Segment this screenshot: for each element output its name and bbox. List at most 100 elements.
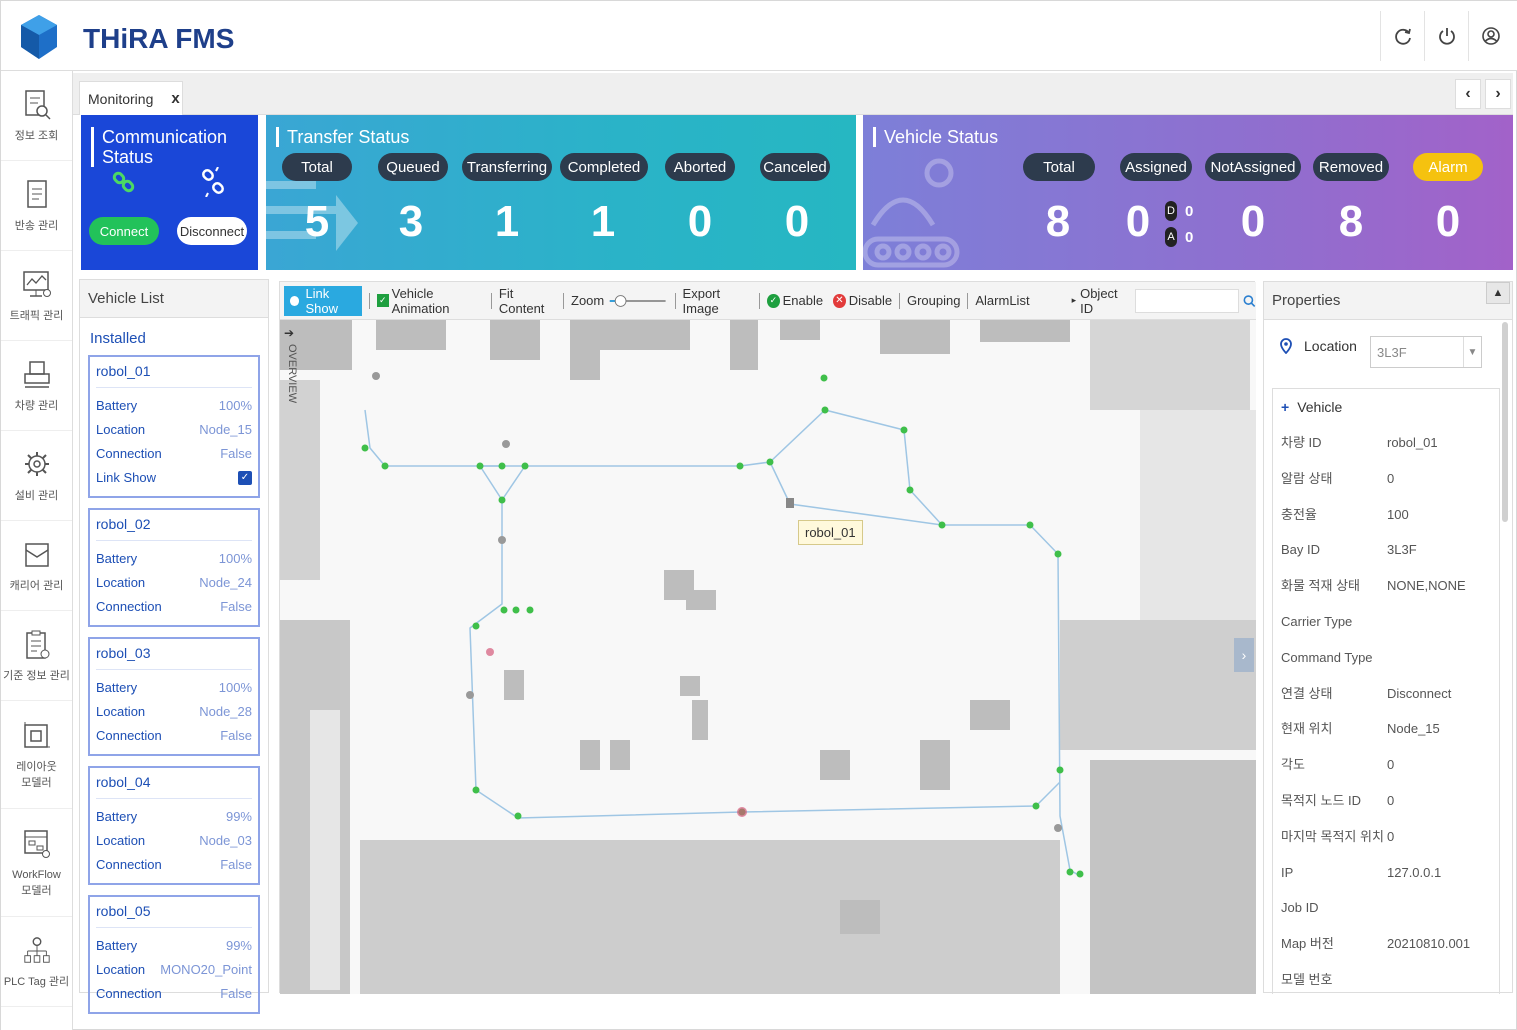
property-value: 127.0.0.1 bbox=[1387, 864, 1442, 880]
user-icon[interactable] bbox=[1468, 11, 1512, 61]
completed-value: 1 bbox=[590, 197, 616, 246]
zoom-slider[interactable] bbox=[608, 293, 667, 309]
tab-monitoring[interactable]: Monitoring x bbox=[79, 81, 183, 115]
panel-title: Transfer Status bbox=[276, 127, 409, 147]
carrier-box-icon bbox=[22, 538, 52, 572]
alarm-list-button[interactable]: AlarmList bbox=[975, 293, 1029, 308]
scroll-up-icon[interactable]: ▲ bbox=[1486, 282, 1510, 304]
vehicle-section-header[interactable]: + Vehicle bbox=[1273, 389, 1499, 425]
nav-workflow-modeler[interactable]: WorkFlow 모델러 bbox=[1, 809, 72, 917]
overview-toggle[interactable]: OVERVIEW bbox=[284, 344, 298, 403]
arrow-right-icon[interactable]: ➔ bbox=[284, 326, 294, 340]
nav-base-info[interactable]: 기준 정보 관리 bbox=[1, 611, 72, 701]
workflow-icon bbox=[22, 827, 52, 861]
vehicle-icon bbox=[22, 358, 52, 392]
vehicle-list-title: Vehicle List bbox=[80, 280, 268, 318]
connection-label: Connection bbox=[96, 599, 162, 614]
disconnect-button[interactable]: Disconnect bbox=[177, 217, 247, 245]
link-show-toggle[interactable]: Link Show bbox=[284, 285, 362, 316]
nav-label: 기준 정보 관리 bbox=[3, 669, 70, 682]
unlink-icon bbox=[202, 167, 224, 197]
disable-button[interactable]: Disable bbox=[849, 293, 892, 308]
property-key: Bay ID bbox=[1281, 542, 1321, 558]
property-key: 연결 상태 bbox=[1281, 685, 1333, 701]
connection-row: Connection False bbox=[96, 595, 252, 619]
object-id-input[interactable] bbox=[1134, 288, 1240, 313]
property-key: Map 버전 bbox=[1281, 936, 1334, 952]
tab-label: Monitoring bbox=[88, 90, 154, 107]
vehicle-card[interactable]: robol_01 Battery 100% Location Node_15 Con… bbox=[88, 355, 260, 498]
scrollbar[interactable] bbox=[1502, 322, 1508, 522]
refresh-icon[interactable] bbox=[1380, 11, 1424, 61]
battery-value: 100% bbox=[218, 551, 252, 566]
map-pin-icon bbox=[1280, 338, 1292, 354]
properties-panel: Properties ▲ Location 3L3F ▼ + Vehicle 차량… bbox=[1263, 281, 1513, 994]
export-image-button[interactable]: Export Image bbox=[683, 286, 753, 316]
nav-traffic[interactable]: 트래픽 관리 bbox=[1, 251, 72, 341]
enable-button[interactable]: Enable bbox=[783, 293, 823, 308]
connection-value: False bbox=[220, 857, 252, 872]
da-sub-status: D 0 A 0 bbox=[1165, 199, 1205, 249]
battery-label: Battery bbox=[96, 680, 138, 695]
power-icon[interactable] bbox=[1424, 11, 1468, 61]
vehicle-card[interactable]: robol_04 Battery 99% Location Node_03 Conn… bbox=[88, 766, 260, 885]
location-label: Location bbox=[96, 704, 146, 719]
link-show-checkbox[interactable]: ✓ bbox=[238, 471, 252, 485]
property-value: NONE,NONE bbox=[1387, 578, 1466, 594]
a-badge: A bbox=[1165, 227, 1177, 247]
transfer-doc-icon bbox=[22, 178, 52, 212]
vehicle-status-panel: Vehicle Status Total Assigned NotAssigne… bbox=[863, 115, 1513, 270]
property-key: 화물 적재 상태 bbox=[1281, 578, 1360, 594]
fit-content-button[interactable]: Fit Content bbox=[499, 286, 556, 316]
clipboard-icon bbox=[22, 628, 52, 662]
location-select[interactable]: 3L3F ▼ bbox=[1370, 336, 1482, 368]
property-row: 각도 0 bbox=[1273, 747, 1499, 783]
chevron-left-icon[interactable]: ‹ bbox=[1455, 79, 1481, 109]
property-value: 0 bbox=[1387, 757, 1395, 773]
app-window: THiRA FMS 정보 조회 반송 관리 트래픽 관리 차량 관리 설비 관리… bbox=[0, 0, 1517, 1030]
property-value: 3L3F bbox=[1387, 542, 1417, 558]
property-row: 모델 번호 bbox=[1273, 962, 1499, 998]
close-icon[interactable]: x bbox=[171, 90, 179, 107]
nav-label: 차량 관리 bbox=[14, 399, 59, 412]
panel-expand-button[interactable]: › bbox=[1234, 638, 1254, 672]
chevron-right-icon[interactable]: › bbox=[1485, 79, 1511, 109]
nav-equipment[interactable]: 설비 관리 bbox=[1, 431, 72, 521]
vehicle-card[interactable]: robol_03 Battery 100% Location Node_28 Con… bbox=[88, 637, 260, 756]
map-panel: Link Show ✓ Vehicle Animation Fit Conten… bbox=[279, 281, 1256, 994]
properties-title: Properties bbox=[1264, 282, 1512, 320]
connection-row: Connection False bbox=[96, 853, 252, 877]
property-row: 화물 적재 상태 NONE,NONE bbox=[1273, 568, 1499, 604]
floor-map-canvas[interactable] bbox=[280, 320, 1256, 994]
queued-value: 3 bbox=[398, 197, 424, 246]
location-row: Location Node_15 bbox=[96, 418, 252, 442]
property-key: 차량 ID bbox=[1281, 435, 1322, 450]
vehicle-card[interactable]: robol_05 Battery 99% Location MONO20_Point… bbox=[88, 895, 260, 1014]
nav-transfer[interactable]: 반송 관리 bbox=[1, 161, 72, 251]
vehicle-animation-checkbox[interactable]: ✓ bbox=[376, 294, 389, 307]
connect-button[interactable]: Connect bbox=[89, 217, 159, 245]
nav-vehicle[interactable]: 차량 관리 bbox=[1, 341, 72, 431]
total-chip: Total bbox=[282, 153, 352, 181]
property-row: 알람 상태 0 bbox=[1273, 461, 1499, 497]
location-value: Node_15 bbox=[199, 422, 252, 437]
canceled-value: 0 bbox=[784, 197, 810, 246]
notassigned-chip: NotAssigned bbox=[1205, 153, 1301, 181]
property-row: Carrier Type bbox=[1273, 604, 1499, 640]
nav-layout-modeler[interactable]: 레이아웃 모델러 bbox=[1, 701, 72, 809]
location-label: Location bbox=[96, 422, 146, 437]
search-icon[interactable] bbox=[1243, 294, 1256, 308]
vehicle-name: robol_03 bbox=[96, 645, 252, 670]
grouping-button[interactable]: Grouping bbox=[907, 293, 960, 308]
property-row: 목적지 노드 ID 0 bbox=[1273, 783, 1499, 819]
vehicle-animation-label[interactable]: Vehicle Animation bbox=[392, 286, 484, 316]
nav-carrier[interactable]: 캐리어 관리 bbox=[1, 521, 72, 611]
location-row: Location MONO20_Point bbox=[96, 958, 252, 982]
toggle-knob bbox=[290, 295, 300, 306]
location-value: Node_24 bbox=[199, 575, 252, 590]
vehicle-card[interactable]: robol_02 Battery 100% Location Node_24 Con… bbox=[88, 508, 260, 627]
nav-info-search[interactable]: 정보 조회 bbox=[1, 71, 72, 161]
vehicle-total-chip: Total bbox=[1023, 153, 1095, 181]
nav-plc-tag[interactable]: PLC Tag 관리 bbox=[1, 917, 72, 1007]
equipment-gear-icon bbox=[22, 448, 52, 482]
